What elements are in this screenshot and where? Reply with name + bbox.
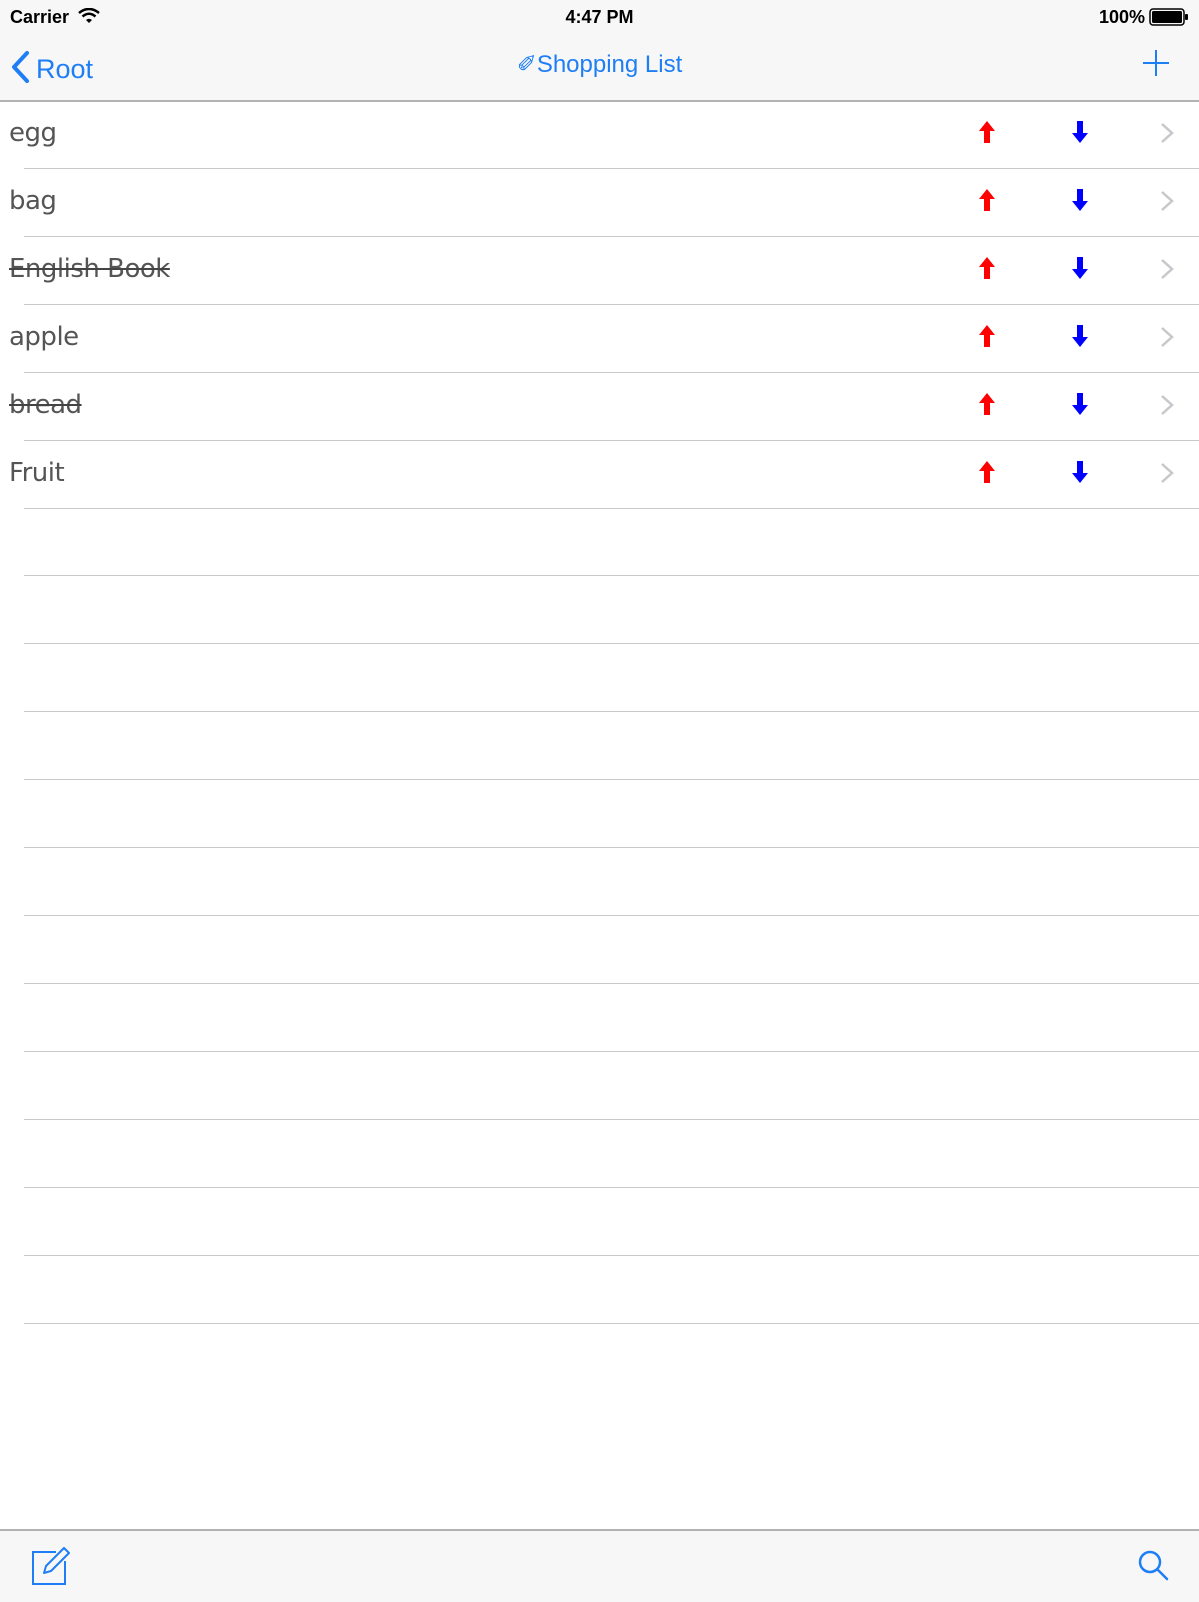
navigation-bar: Root ✐Shopping List xyxy=(0,40,1199,102)
chevron-right-icon xyxy=(1160,122,1174,149)
add-item-button[interactable] xyxy=(1141,48,1171,83)
chevron-right-icon xyxy=(1160,394,1174,421)
empty-row xyxy=(0,780,1199,848)
empty-row xyxy=(0,984,1199,1052)
chevron-right-icon xyxy=(1160,258,1174,285)
empty-row xyxy=(0,644,1199,712)
item-label: English Book xyxy=(9,254,170,284)
item-label: bag xyxy=(9,186,57,216)
chevron-right-icon xyxy=(1160,326,1174,353)
search-button[interactable] xyxy=(1137,1549,1169,1586)
up-arrow-icon[interactable] xyxy=(978,392,996,421)
status-bar: Carrier 4:47 PM 100% xyxy=(0,0,1199,40)
empty-row xyxy=(0,1120,1199,1188)
empty-row xyxy=(0,576,1199,644)
battery-percent: 100% xyxy=(1098,7,1145,27)
down-arrow-icon[interactable] xyxy=(1071,392,1089,421)
up-arrow-icon[interactable] xyxy=(978,120,996,149)
empty-row xyxy=(0,712,1199,780)
empty-row xyxy=(0,848,1199,916)
up-arrow-icon[interactable] xyxy=(978,256,996,285)
compose-button[interactable] xyxy=(30,1547,70,1592)
clock: 4:47 PM xyxy=(565,7,634,27)
list-item[interactable]: Fruit xyxy=(0,440,1199,509)
item-label: bread xyxy=(9,390,82,420)
chevron-right-icon xyxy=(1160,462,1174,489)
item-label: apple xyxy=(9,322,79,352)
down-arrow-icon[interactable] xyxy=(1071,324,1089,353)
down-arrow-icon[interactable] xyxy=(1071,460,1089,489)
plus-icon xyxy=(1141,50,1171,82)
page-title: ✐Shopping List xyxy=(516,51,683,78)
down-arrow-icon[interactable] xyxy=(1071,188,1089,217)
chevron-right-icon xyxy=(1160,190,1174,217)
up-arrow-icon[interactable] xyxy=(978,188,996,217)
compose-icon xyxy=(30,1547,70,1591)
list-item[interactable]: bag xyxy=(0,168,1199,237)
list-item[interactable]: bread xyxy=(0,372,1199,441)
search-icon xyxy=(1137,1550,1169,1585)
bottom-toolbar xyxy=(0,1529,1199,1602)
empty-row xyxy=(0,1256,1199,1324)
empty-row xyxy=(0,508,1199,576)
battery-icon xyxy=(1149,8,1189,31)
item-label: egg xyxy=(9,118,57,148)
list-item[interactable]: apple xyxy=(0,304,1199,373)
list-item[interactable]: egg xyxy=(0,100,1199,169)
item-label: Fruit xyxy=(9,458,65,488)
list-item[interactable]: English Book xyxy=(0,236,1199,305)
shopping-list: egg bag English Book apple bread Fruit xyxy=(0,100,1199,1324)
down-arrow-icon[interactable] xyxy=(1071,120,1089,149)
down-arrow-icon[interactable] xyxy=(1071,256,1089,285)
empty-row xyxy=(0,1188,1199,1256)
empty-row xyxy=(0,916,1199,984)
empty-row xyxy=(0,1052,1199,1120)
up-arrow-icon[interactable] xyxy=(978,324,996,353)
up-arrow-icon[interactable] xyxy=(978,460,996,489)
